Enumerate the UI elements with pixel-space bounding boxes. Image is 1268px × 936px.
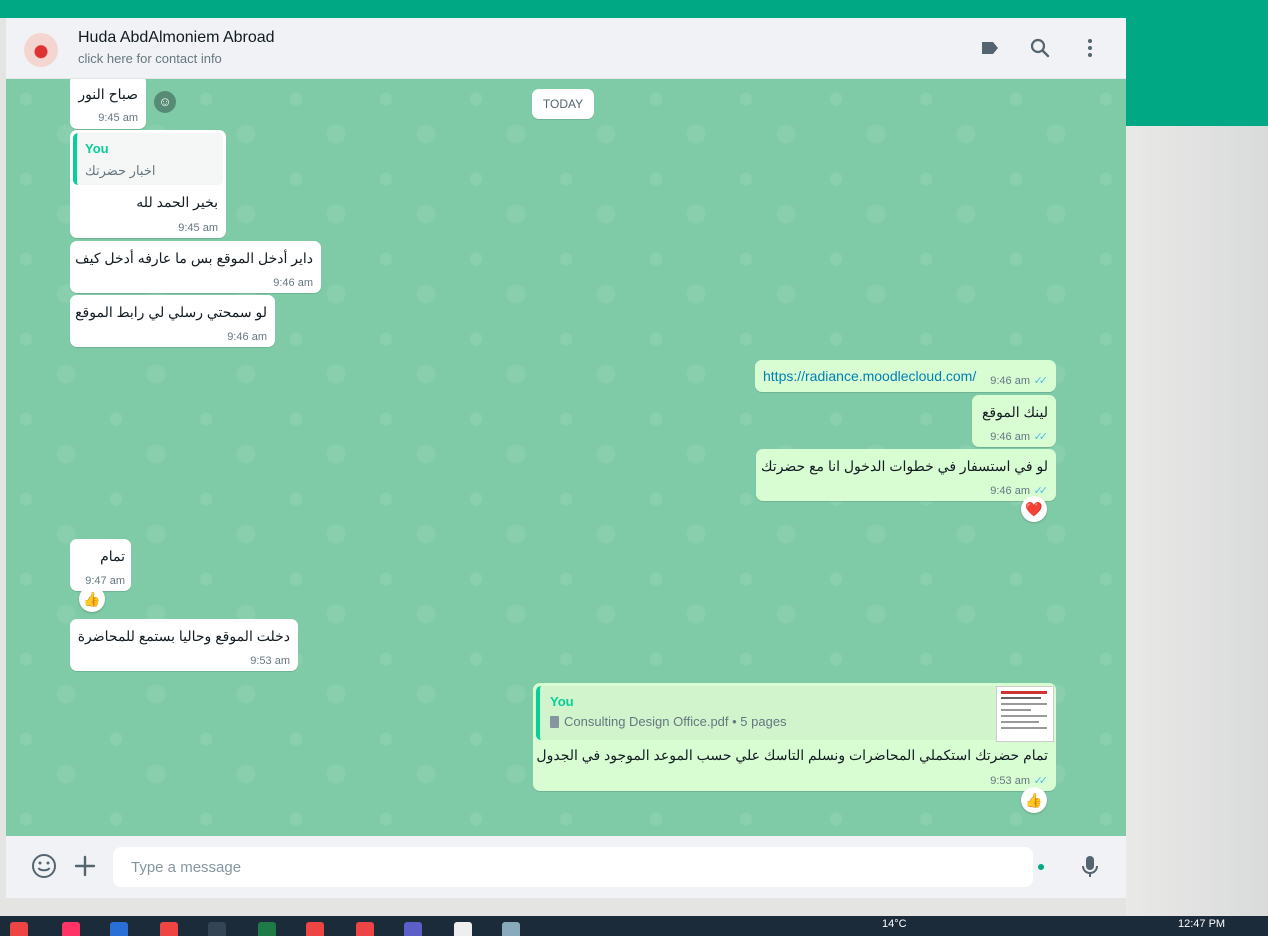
chrome-icon[interactable] — [10, 922, 28, 936]
attach-plus-icon[interactable] — [71, 852, 99, 880]
message-text: صباح النور — [78, 86, 138, 102]
chrome-icon[interactable] — [356, 922, 374, 936]
side-background — [1126, 126, 1268, 916]
quote-text: Consulting Design Office.pdf • 5 pages — [564, 714, 787, 729]
message-text: لو سمحتي رسلي لي رابط الموقع — [75, 304, 267, 320]
message-text: داير أدخل الموقع بس ما عارفه أدخل كيف — [75, 250, 313, 266]
composer-bar — [6, 836, 1126, 898]
message-incoming[interactable]: You اخبار حضرتك بخير الحمد لله 9:45 am — [70, 130, 226, 238]
clock-time[interactable]: 12:47 PM — [1178, 918, 1225, 930]
os-taskbar: 14°C 12:47 PM — [0, 916, 1268, 936]
message-outgoing[interactable]: You Consulting Design Office.pdf • 5 pag… — [533, 683, 1056, 791]
contact-info-link[interactable]: click here for contact info — [78, 51, 222, 66]
menu-icon[interactable] — [1078, 36, 1102, 60]
app-icon[interactable] — [208, 922, 226, 936]
message-time: 9:53 am — [250, 655, 290, 667]
contact-name[interactable]: Huda AbdAlmoniem Abroad — [78, 29, 275, 47]
chrome-icon[interactable] — [306, 922, 324, 936]
calculator-icon[interactable] — [502, 922, 520, 936]
date-divider: TODAY — [532, 89, 594, 119]
contact-avatar[interactable] — [24, 33, 58, 67]
message-time: 9:45 am — [98, 112, 138, 124]
message-outgoing[interactable]: لو في استسفار في خطوات الدخول انا مع حضر… — [756, 449, 1056, 501]
status-dot — [1038, 864, 1044, 870]
read-ticks-icon: ✓✓ — [1033, 431, 1049, 443]
thumbs-up-reaction-icon[interactable]: 👍 — [1021, 787, 1047, 813]
message-text: تمام حضرتك استكملي المحاضرات ونسلم التاس… — [536, 747, 1048, 763]
label-icon[interactable] — [978, 36, 1002, 60]
weather-temp[interactable]: 14°C — [882, 918, 907, 930]
read-ticks-icon: ✓✓ — [1033, 775, 1049, 787]
app-icon[interactable] — [454, 922, 472, 936]
quote-text: اخبار حضرتك — [85, 163, 156, 178]
message-outgoing[interactable]: https://radiance.moodlecloud.com/ 9:46 a… — [755, 360, 1056, 392]
emoji-icon[interactable] — [30, 852, 58, 880]
document-icon — [550, 716, 559, 728]
message-text: دخلت الموقع وحاليا بستمع للمحاضرة — [77, 628, 290, 644]
search-icon[interactable] — [1028, 36, 1052, 60]
chat-header[interactable]: Huda AbdAlmoniem Abroad click here for c… — [6, 18, 1126, 79]
message-time: 9:46 am — [990, 431, 1030, 443]
quote-author: You — [550, 694, 574, 709]
chrome-icon[interactable] — [160, 922, 178, 936]
teams-icon[interactable] — [404, 922, 422, 936]
whatsapp-window: Huda AbdAlmoniem Abroad click here for c… — [6, 18, 1126, 898]
message-incoming[interactable]: دخلت الموقع وحاليا بستمع للمحاضرة 9:53 a… — [70, 619, 298, 671]
read-ticks-icon: ✓✓ — [1033, 375, 1049, 387]
message-text: لينك الموقع — [981, 404, 1048, 420]
message-outgoing[interactable]: لينك الموقع 9:46 am ✓✓ — [972, 395, 1056, 447]
message-time: 9:46 am — [990, 375, 1030, 387]
message-text: تمام — [100, 548, 125, 564]
message-time: 9:46 am — [990, 485, 1030, 497]
message-time: 9:45 am — [178, 222, 218, 234]
side-accent-panel — [1126, 18, 1268, 126]
message-incoming[interactable]: صباح النور 9:45 am — [70, 79, 146, 129]
chat-area[interactable]: TODAY صباح النور 9:45 am ☺ You اخبار حضر… — [6, 79, 1126, 836]
message-time: 9:46 am — [273, 277, 313, 289]
message-text: لو في استسفار في خطوات الدخول انا مع حضر… — [761, 458, 1048, 474]
quoted-message[interactable]: You اخبار حضرتك — [73, 133, 223, 185]
excel-icon[interactable] — [258, 922, 276, 936]
app-icon[interactable] — [110, 922, 128, 936]
quote-author: You — [85, 141, 109, 156]
message-link[interactable]: https://radiance.moodlecloud.com/ — [763, 368, 976, 384]
thumbs-up-reaction-icon[interactable]: 👍 — [79, 586, 105, 612]
top-accent-bar — [0, 0, 1268, 18]
message-text: بخير الحمد لله — [136, 194, 218, 210]
microphone-icon[interactable] — [1076, 852, 1104, 880]
heart-reaction-icon[interactable]: ❤️ — [1021, 496, 1047, 522]
message-incoming[interactable]: لو سمحتي رسلي لي رابط الموقع 9:46 am — [70, 295, 275, 347]
message-incoming[interactable]: تمام 9:47 am — [70, 539, 131, 591]
message-time: 9:46 am — [227, 331, 267, 343]
app-icon[interactable] — [62, 922, 80, 936]
document-thumbnail — [996, 686, 1054, 742]
react-emoji-icon[interactable]: ☺ — [154, 91, 176, 113]
message-input[interactable] — [113, 847, 1033, 887]
message-incoming[interactable]: داير أدخل الموقع بس ما عارفه أدخل كيف 9:… — [70, 241, 321, 293]
message-time: 9:53 am — [990, 775, 1030, 787]
quoted-document[interactable]: You Consulting Design Office.pdf • 5 pag… — [536, 686, 1054, 742]
read-ticks-icon: ✓✓ — [1033, 485, 1049, 497]
